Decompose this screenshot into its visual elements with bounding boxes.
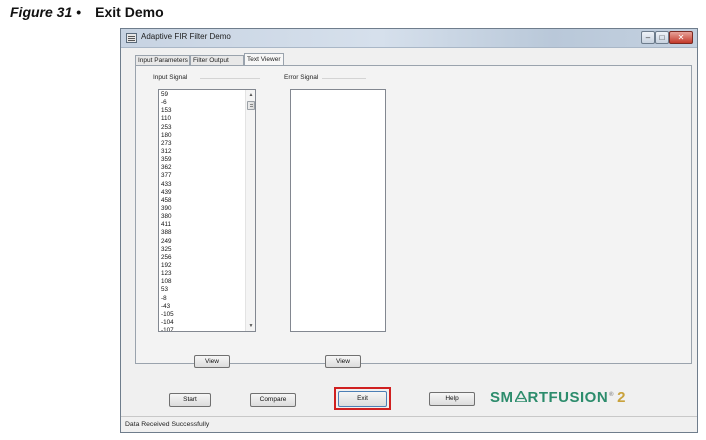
app-window: Adaptive FIR Filter Demo – □ ✕ Input Par… — [120, 28, 698, 433]
help-button[interactable]: Help — [429, 392, 475, 406]
input-signal-list-item[interactable]: -105 — [161, 311, 245, 319]
input-signal-list-item[interactable]: 180 — [161, 132, 245, 140]
input-signal-list-item[interactable]: 359 — [161, 156, 245, 164]
input-signal-label: Input Signal — [153, 74, 188, 81]
logo-text-2: 2 — [617, 389, 626, 406]
status-text: Data Received Successfully — [125, 421, 210, 428]
figure-number: Figure 31 — [10, 4, 73, 20]
figure-title: Exit Demo — [95, 4, 164, 20]
exit-button[interactable]: Exit — [338, 391, 387, 407]
maximize-button[interactable]: □ — [655, 31, 669, 44]
start-button[interactable]: Start — [169, 393, 211, 407]
app-icon — [126, 33, 137, 43]
close-button[interactable]: ✕ — [669, 31, 693, 44]
input-signal-list-item[interactable]: -6 — [161, 99, 245, 107]
input-signal-list-item[interactable]: -104 — [161, 319, 245, 327]
input-signal-list-item[interactable]: 388 — [161, 229, 245, 237]
input-signal-list-item[interactable]: 439 — [161, 189, 245, 197]
input-signal-list-item[interactable]: 192 — [161, 262, 245, 270]
input-signal-list-item[interactable]: 377 — [161, 172, 245, 180]
input-signal-list-item[interactable]: 256 — [161, 254, 245, 262]
scroll-up-arrow-icon[interactable]: ▲ — [247, 91, 255, 99]
input-signal-list-item[interactable]: 273 — [161, 140, 245, 148]
input-signal-list-item[interactable]: -107 — [161, 327, 245, 331]
status-bar: Data Received Successfully — [121, 416, 697, 432]
input-signal-divider — [200, 78, 260, 79]
error-signal-label: Error Signal — [284, 74, 319, 81]
error-signal-listbox[interactable] — [290, 89, 386, 332]
input-signal-list-item[interactable]: -8 — [161, 295, 245, 303]
input-signal-list-item[interactable]: 458 — [161, 197, 245, 205]
input-signal-list-item[interactable]: 253 — [161, 124, 245, 132]
input-signal-list-item[interactable]: 249 — [161, 238, 245, 246]
input-signal-list-item[interactable]: -43 — [161, 303, 245, 311]
logo-text-sm: SM — [490, 389, 514, 406]
error-signal-divider — [322, 78, 366, 79]
figure-caption: Figure 31 • Exit Demo — [10, 4, 164, 20]
input-signal-list-item[interactable]: 390 — [161, 205, 245, 213]
tab-input-parameters[interactable]: Input Parameters — [135, 55, 190, 65]
input-signal-list-item[interactable]: 110 — [161, 115, 245, 123]
input-signal-list-item[interactable]: 411 — [161, 221, 245, 229]
smartfusion2-logo: SM RTFUSION® 2 — [490, 389, 626, 406]
input-signal-scrollbar[interactable]: ▲ ▼ — [245, 90, 255, 331]
view-input-button[interactable]: View — [194, 355, 230, 368]
compare-button[interactable]: Compare — [250, 393, 296, 407]
minimize-button[interactable]: – — [641, 31, 655, 44]
window-title: Adaptive FIR Filter Demo — [141, 32, 231, 41]
title-bar[interactable]: Adaptive FIR Filter Demo – □ ✕ — [121, 29, 697, 48]
input-signal-list-item[interactable]: 380 — [161, 213, 245, 221]
input-signal-items: 59 -6 153 110 253 180 273 312 359 362 377 433 439 458… — [161, 91, 245, 331]
tab-text-viewer[interactable]: Text Viewer — [244, 53, 284, 65]
input-signal-list-item[interactable]: 312 — [161, 148, 245, 156]
input-signal-list-item[interactable]: 325 — [161, 246, 245, 254]
input-signal-list-item[interactable]: 123 — [161, 270, 245, 278]
input-signal-list-item[interactable]: 433 — [161, 181, 245, 189]
text-viewer-panel: Input Signal Error Signal 59 -6 153 110 253 1… — [135, 65, 692, 368]
input-signal-list-item[interactable]: 59 — [161, 91, 245, 99]
scroll-thumb[interactable] — [247, 101, 255, 110]
input-signal-list-item[interactable]: 53 — [161, 286, 245, 294]
input-signal-list-item[interactable]: 362 — [161, 164, 245, 172]
view-error-button[interactable]: View — [325, 355, 361, 368]
input-signal-list-item[interactable]: 108 — [161, 278, 245, 286]
registered-mark-icon: ® — [609, 392, 615, 398]
logo-text-rtfusion: RTFUSION — [527, 389, 609, 406]
figure-separator: • — [76, 4, 82, 20]
scroll-down-arrow-icon[interactable]: ▼ — [247, 322, 255, 330]
tab-filter-output[interactable]: Filter Output — [190, 55, 244, 65]
input-signal-listbox[interactable]: 59 -6 153 110 253 180 273 312 359 362 377 433 439 458… — [158, 89, 256, 332]
logo-triangle-icon — [513, 389, 528, 403]
input-signal-list-item[interactable]: 153 — [161, 107, 245, 115]
